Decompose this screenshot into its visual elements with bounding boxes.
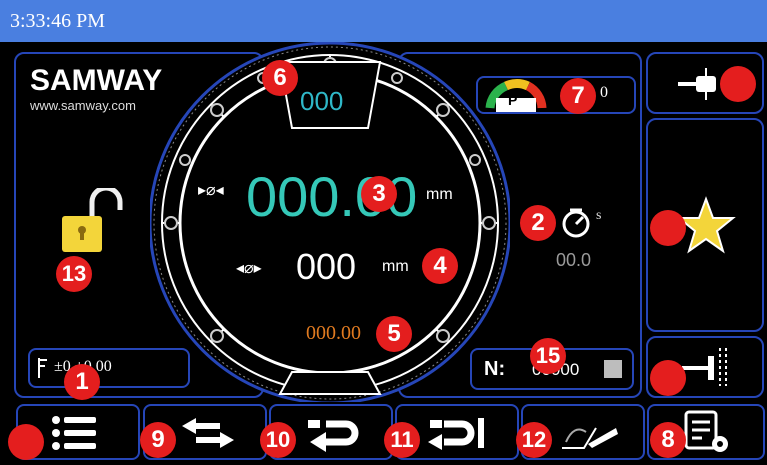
- gauge-value: 0: [600, 84, 608, 101]
- timer-unit: s: [596, 208, 602, 223]
- badge-6: 6: [262, 60, 298, 96]
- feed-control-icon: [680, 342, 732, 392]
- title-bar: 3:33:46 PM: [0, 0, 767, 42]
- clock-time: 3:33:46 PM: [10, 10, 106, 32]
- badge-4: 4: [422, 248, 458, 284]
- badge-2: 2: [520, 205, 556, 241]
- badge-11: 11: [384, 422, 420, 458]
- brand-name: SAMWAY: [30, 64, 163, 97]
- timer-icon: [560, 206, 594, 240]
- badge-8: 8: [650, 422, 686, 458]
- badge-unlabeled-menu: [8, 424, 44, 460]
- badge-5: 5: [376, 316, 412, 352]
- badge-15: 15: [530, 338, 566, 374]
- badge-9: 9: [140, 422, 176, 458]
- timer-value: 00.0: [556, 250, 592, 270]
- badge-7: 7: [560, 78, 596, 114]
- padlock-open-icon: [62, 185, 123, 252]
- cut-feed-icon: [428, 414, 492, 452]
- inner-diameter-value: 000: [296, 246, 357, 287]
- list-menu-icon: [50, 414, 98, 452]
- foot-pedal-icon: [560, 414, 620, 452]
- crimp-tool-icon: [676, 66, 726, 102]
- tension-icon: [36, 356, 50, 380]
- settings-document-icon: [684, 410, 732, 456]
- badge-1: 1: [64, 364, 100, 400]
- outer-diameter-unit: mm: [426, 186, 453, 203]
- badge-10: 10: [260, 422, 296, 458]
- outer-diameter-icon: ▸⌀◂: [198, 182, 224, 199]
- lock-button[interactable]: [54, 185, 134, 254]
- retract-icon: [306, 414, 366, 452]
- top-counter: 000: [300, 86, 344, 116]
- badge-3: 3: [361, 176, 397, 212]
- offset-value: 000.00: [306, 322, 361, 344]
- badge-unlabeled-star: [650, 210, 686, 246]
- counter-reset-square[interactable]: [604, 360, 622, 378]
- bidirectional-feed-icon: [180, 416, 236, 450]
- brand-website: www.samway.com: [30, 98, 136, 113]
- inner-diameter-icon: ◂⌀▸: [236, 260, 262, 277]
- badge-12: 12: [516, 422, 552, 458]
- badge-13: 13: [56, 256, 92, 292]
- inner-diameter-unit: mm: [382, 258, 409, 275]
- badge-unlabeled-crimp: [720, 66, 756, 102]
- badge-unlabeled-feed: [650, 360, 686, 396]
